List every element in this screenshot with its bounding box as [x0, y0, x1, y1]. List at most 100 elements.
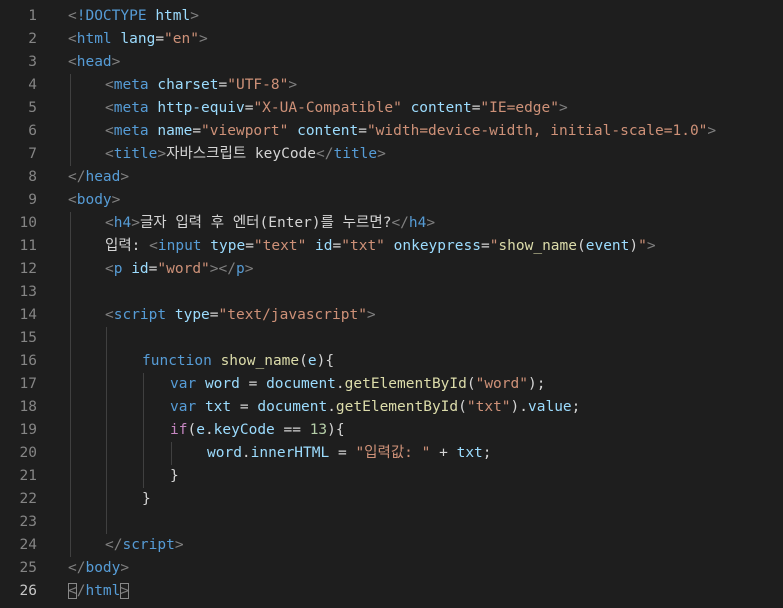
- code-line[interactable]: 1 <!DOCTYPE html>: [0, 5, 783, 28]
- code-token: >: [559, 100, 568, 116]
- line-code: }: [142, 488, 151, 511]
- line-number: 25: [19, 560, 37, 576]
- code-token: </: [68, 560, 86, 576]
- line-code: <!DOCTYPE html>: [68, 5, 199, 28]
- code-line[interactable]: 19 if(e.keyCode == 13){: [0, 419, 783, 442]
- code-token: .: [327, 399, 336, 415]
- code-line[interactable]: 6 <meta name="viewport" content="width=de…: [0, 120, 783, 143]
- line-number: 6: [28, 123, 37, 139]
- code-token: keyCode: [213, 422, 275, 438]
- code-line[interactable]: 8 </head>: [0, 166, 783, 189]
- line-code: <body>: [68, 189, 120, 212]
- line-code: }: [170, 465, 179, 488]
- code-line[interactable]: 14 <script type="text/javascript">: [0, 304, 783, 327]
- code-token: ": [638, 238, 647, 254]
- code-token: <: [105, 261, 114, 277]
- code-token: =: [245, 238, 254, 254]
- line-number: 10: [19, 215, 37, 231]
- line-code: var txt = document.getElementById("txt")…: [170, 396, 580, 419]
- line-number: 22: [19, 491, 37, 507]
- code-line[interactable]: 23: [0, 511, 783, 534]
- code-token: =: [358, 123, 367, 139]
- code-token: !DOCTYPE: [76, 8, 147, 24]
- code-token: charset: [157, 77, 219, 93]
- line-number: 24: [19, 537, 37, 553]
- code-token: title: [333, 146, 378, 162]
- code-token: "en": [164, 31, 199, 47]
- code-token: "viewport": [201, 123, 289, 139]
- code-line[interactable]: 7 <title>자바스크립트 keyCode</title>: [0, 143, 783, 166]
- code-token: 입력:: [105, 238, 150, 254]
- code-line[interactable]: 24 </script>: [0, 534, 783, 557]
- line-number: 3: [28, 54, 37, 70]
- code-token: id: [315, 238, 333, 254]
- line-code: <title>자바스크립트 keyCode</title>: [105, 143, 386, 166]
- code-token: (: [577, 238, 586, 254]
- code-token: content: [410, 100, 472, 116]
- code-token: );: [527, 376, 546, 392]
- code-token: txt: [204, 399, 232, 415]
- code-token: <: [105, 100, 114, 116]
- line-number: 9: [28, 192, 37, 208]
- line-code: </html>: [68, 580, 130, 603]
- code-line[interactable]: 21}: [0, 465, 783, 488]
- code-token: <: [68, 8, 77, 24]
- code-token: .: [241, 445, 251, 461]
- code-line[interactable]: 5 <meta http-equiv="X-UA-Compatible" cont…: [0, 97, 783, 120]
- code-token: script: [122, 537, 175, 553]
- code-token: >: [111, 192, 121, 208]
- code-token: (: [187, 422, 197, 438]
- code-line[interactable]: 4 <meta charset="UTF-8">: [0, 74, 783, 97]
- line-code: function show_name(e){: [142, 350, 334, 373]
- code-line[interactable]: 18 var txt = document.getElementById("txt…: [0, 396, 783, 419]
- code-token: body: [85, 560, 121, 576]
- code-token: innerHTML: [250, 445, 330, 461]
- line-number: 17: [19, 376, 37, 392]
- code-line[interactable]: 10 <h4>글자 입력 후 엔터(Enter)를 누르면?</h4>: [0, 212, 783, 235]
- line-code: </script>: [105, 534, 184, 557]
- code-token: 13: [309, 422, 328, 438]
- code-token: ): [629, 238, 639, 254]
- line-code: <html lang="en">: [68, 28, 208, 51]
- code-token: <: [68, 192, 77, 208]
- code-token: <: [105, 215, 114, 231]
- code-line[interactable]: 9 <body>: [0, 189, 783, 212]
- code-token: >: [190, 8, 199, 24]
- line-number: 2: [28, 31, 37, 47]
- line-number: 18: [19, 399, 37, 415]
- code-token: (: [458, 399, 467, 415]
- code-token: input: [157, 238, 202, 254]
- code-token: name: [157, 123, 193, 139]
- code-editor[interactable]: 1 <!DOCTYPE html> 2 <html lang="en"> 3 <head>…: [0, 0, 783, 608]
- code-token: content: [297, 123, 359, 139]
- code-token: e: [307, 353, 317, 369]
- code-line[interactable]: 26 </html>: [0, 580, 783, 603]
- code-token: >: [288, 77, 298, 93]
- code-line[interactable]: 13: [0, 281, 783, 304]
- code-line[interactable]: 20 word.innerHTML = "입력값: " + txt;: [0, 442, 783, 465]
- code-line[interactable]: 15: [0, 327, 783, 350]
- code-line[interactable]: 16 function show_name(e){: [0, 350, 783, 373]
- code-token: 자바스크립트 keyCode: [166, 146, 317, 162]
- code-token: <: [149, 238, 158, 254]
- code-line[interactable]: 2 <html lang="en">: [0, 28, 783, 51]
- line-code: if(e.keyCode == 13){: [170, 419, 345, 442]
- code-token: onkeypress: [393, 238, 481, 254]
- code-token: =: [239, 376, 267, 392]
- code-line[interactable]: 12 <p id="word"></p>: [0, 258, 783, 281]
- code-token: head: [85, 169, 121, 185]
- code-line[interactable]: 17 var word = document.getElementById("wo…: [0, 373, 783, 396]
- code-line[interactable]: 3 <head>: [0, 51, 783, 74]
- code-line[interactable]: 25 </body>: [0, 557, 783, 580]
- code-line[interactable]: 22}: [0, 488, 783, 511]
- code-token: >: [157, 146, 167, 162]
- code-line[interactable]: 11 입력: <input type="text" id="txt" onkeyp…: [0, 235, 783, 258]
